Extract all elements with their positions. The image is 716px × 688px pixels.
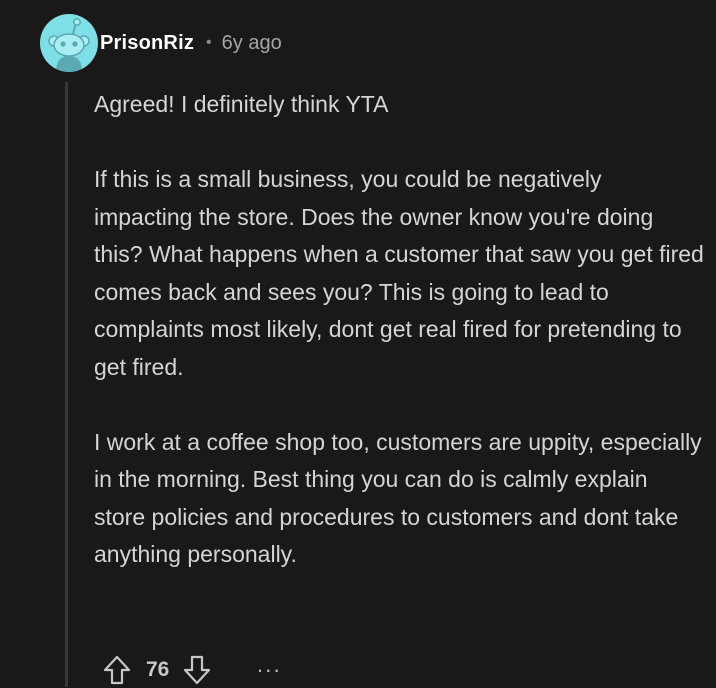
more-options-icon[interactable]: ··· xyxy=(256,659,281,681)
upvote-button[interactable] xyxy=(102,653,132,687)
upvote-arrow-icon xyxy=(103,655,131,685)
comment-paragraph: I work at a coffee shop too, customers a… xyxy=(94,428,702,568)
separator-dot: • xyxy=(206,34,212,51)
vote-score: 76 xyxy=(146,658,170,681)
comment-age: 6y ago xyxy=(221,31,282,54)
comment-paragraph: If this is a small business, you could b… xyxy=(94,166,704,380)
user-avatar[interactable] xyxy=(40,14,98,72)
downvote-button[interactable] xyxy=(182,653,212,687)
comment-actions: 76 ··· xyxy=(102,652,281,688)
comment-paragraph: Agreed! I definitely think YTA xyxy=(94,91,389,117)
thread-line[interactable] xyxy=(65,82,68,687)
snoo-avatar-icon xyxy=(48,18,90,72)
username-link[interactable]: PrisonRiz xyxy=(100,32,194,55)
comment-body: Agreed! I definitely think YTA If this i… xyxy=(94,86,704,574)
downvote-arrow-icon xyxy=(184,655,211,685)
comment-header: PrisonRiz • 6y ago xyxy=(100,26,282,60)
